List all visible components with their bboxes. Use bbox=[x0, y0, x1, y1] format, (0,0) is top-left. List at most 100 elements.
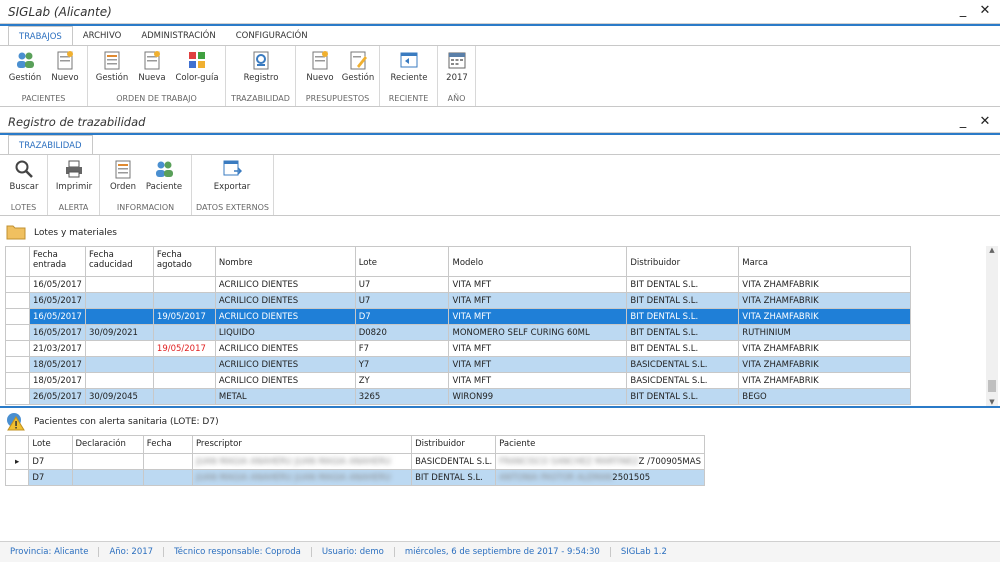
group-orden-trabajo: Gestión Nueva Color-guía ORDEN DE TRABAJ… bbox=[88, 46, 226, 106]
trazabilidad-registro-button[interactable]: Registro bbox=[241, 50, 281, 83]
status-version: SIGLab 1.2 bbox=[620, 547, 667, 557]
col-distribuidor[interactable]: Distribuidor bbox=[411, 435, 497, 454]
group-presupuestos: Nuevo Gestión PRESUPUESTOS bbox=[296, 46, 380, 106]
presupuestos-gestion-button[interactable]: Gestión bbox=[338, 50, 378, 83]
group-reciente: Reciente RECIENTE bbox=[380, 46, 438, 106]
presupuestos-nuevo-button[interactable]: Nuevo bbox=[300, 50, 340, 83]
lotes-section-title: Lotes y materiales bbox=[34, 228, 117, 238]
table-row[interactable]: 18/05/2017 ACRILICO DIENTES ZY VITA MFT BASI… bbox=[5, 372, 911, 389]
pacientes-nuevo-button[interactable]: Nuevo bbox=[45, 50, 85, 83]
close-icon[interactable]: ✕ bbox=[978, 113, 992, 131]
group-informacion: Orden Paciente INFORMACION bbox=[100, 155, 192, 215]
section-divider[interactable] bbox=[0, 406, 1000, 408]
lotes-table: Fecha entrada Fecha caducidad Fecha agot… bbox=[5, 246, 911, 405]
table-row[interactable]: 21/03/2017 19/05/2017 ACRILICO DIENTES F7 VI… bbox=[5, 340, 911, 357]
group-alerta: Imprimir ALERTA bbox=[48, 155, 100, 215]
col-lote[interactable]: Lote bbox=[354, 246, 450, 277]
agotado-date-alert: 19/05/2017 bbox=[152, 340, 216, 357]
scroll-up-icon[interactable]: ▲ bbox=[986, 246, 998, 254]
status-fecha: miércoles, 6 de septiembre de 2017 - 9:5… bbox=[395, 547, 611, 557]
col-modelo[interactable]: Modelo bbox=[448, 246, 628, 277]
scroll-down-icon[interactable]: ▼ bbox=[986, 398, 998, 406]
table-row[interactable]: 16/05/2017 30/09/2021 LIQUIDO D0820 MONOMERO… bbox=[5, 324, 911, 341]
tab-administracion[interactable]: ADMINISTRACIÓN bbox=[131, 26, 225, 46]
reciente-button[interactable]: Reciente bbox=[389, 50, 429, 83]
prescriptor-redacted: JUAN MAGIA ANAHERU JUAN MAGIA ANAHERU bbox=[195, 456, 391, 467]
col-fecha-caducidad[interactable]: Fecha caducidad bbox=[84, 246, 154, 277]
col-lote[interactable]: Lote bbox=[28, 435, 73, 454]
row-indicator-icon: ▸ bbox=[4, 453, 30, 470]
table-row[interactable]: 16/05/2017 ACRILICO DIENTES U7 VITA MFT BIT … bbox=[5, 276, 911, 293]
recent-window-icon bbox=[399, 50, 419, 70]
new-document-icon bbox=[142, 50, 162, 70]
lotes-scrollbar[interactable]: ▲ ▼ bbox=[986, 246, 998, 406]
minimize-icon[interactable]: _ bbox=[956, 113, 970, 131]
table-row[interactable]: D7 JUAN MAGIA ANAHERU JUAN MAGIA ANAHERU… bbox=[4, 469, 705, 486]
group-trazabilidad: Registro TRAZABILIDAD bbox=[226, 46, 296, 106]
table-row[interactable]: 18/05/2017 ACRILICO DIENTES Y7 VITA MFT BASI… bbox=[5, 356, 911, 373]
app-title: SIGLab (Alicante) bbox=[8, 5, 112, 19]
calendar-icon bbox=[447, 50, 467, 70]
folder-icon bbox=[6, 222, 26, 243]
search-icon bbox=[14, 159, 34, 179]
scroll-thumb[interactable] bbox=[988, 380, 996, 392]
new-document-icon bbox=[310, 50, 330, 70]
table-row[interactable]: 26/05/2017 30/09/2045 METAL 3265 WIRON99 BIT … bbox=[5, 388, 911, 405]
list-document-icon bbox=[102, 50, 122, 70]
col-marca[interactable]: Marca bbox=[738, 246, 911, 277]
tab-trabajos[interactable]: TRABAJOS bbox=[8, 26, 73, 46]
tab-trazabilidad[interactable]: TRAZABILIDAD bbox=[8, 135, 93, 155]
status-anio: Año: 2017 bbox=[99, 547, 165, 557]
col-distribuidor[interactable]: Distribuidor bbox=[626, 246, 740, 277]
col-fecha[interactable]: Fecha bbox=[142, 435, 193, 454]
export-icon bbox=[222, 159, 243, 179]
paciente-redacted: FRANCISCO SANCHEZ MARTINEZ bbox=[499, 456, 639, 467]
status-bar: Provincia: Alicante Año: 2017 Técnico re… bbox=[0, 541, 1000, 562]
minimize-icon[interactable]: _ bbox=[956, 2, 970, 20]
col-fecha-agotado[interactable]: Fecha agotado bbox=[152, 246, 216, 277]
orden-nueva-button[interactable]: Nueva bbox=[132, 50, 172, 83]
buscar-button[interactable]: Buscar bbox=[4, 159, 44, 192]
paciente-button[interactable]: Paciente bbox=[144, 159, 184, 192]
group-lotes: Buscar LOTES bbox=[0, 155, 48, 215]
new-document-icon bbox=[55, 50, 75, 70]
col-prescriptor[interactable]: Prescriptor bbox=[191, 435, 413, 454]
pacientes-gestion-button[interactable]: Gestión bbox=[5, 50, 45, 83]
alerta-section-title: Pacientes con alerta sanitaria (LOTE: D7… bbox=[34, 417, 219, 427]
orden-color-guia-button[interactable]: Color-guía bbox=[174, 50, 220, 83]
warning-icon bbox=[5, 411, 27, 434]
alerta-table: Lote Declaración Fecha Prescriptor Distr… bbox=[4, 435, 705, 486]
col-paciente[interactable]: Paciente bbox=[495, 435, 705, 454]
group-pacientes: Gestión Nuevo PACIENTES bbox=[0, 46, 88, 106]
list-document-icon bbox=[113, 159, 133, 179]
subwindow-title: Registro de trazabilidad bbox=[8, 115, 146, 129]
anio-2017-button[interactable]: 2017 bbox=[437, 50, 477, 83]
orden-button[interactable]: Orden bbox=[103, 159, 143, 192]
col-declaracion[interactable]: Declaración bbox=[71, 435, 144, 454]
row-indicator-icon: ▸ bbox=[5, 308, 30, 325]
table-row[interactable]: 16/05/2017 ACRILICO DIENTES U7 VITA MFT BIT … bbox=[5, 292, 911, 309]
tab-archivo[interactable]: ARCHIVO bbox=[73, 26, 132, 46]
users-icon bbox=[154, 159, 174, 179]
tab-configuracion[interactable]: CONFIGURACIÓN bbox=[226, 26, 318, 46]
users-icon bbox=[15, 50, 35, 70]
orden-gestion-button[interactable]: Gestión bbox=[92, 50, 132, 83]
imprimir-button[interactable]: Imprimir bbox=[54, 159, 94, 192]
sub-ribbon: Buscar LOTES Imprimir ALERTA Orden Pacie… bbox=[0, 154, 1000, 216]
accent-line bbox=[0, 133, 1000, 135]
col-nombre[interactable]: Nombre bbox=[214, 246, 356, 277]
group-datos-externos: Exportar DATOS EXTERNOS bbox=[192, 155, 274, 215]
subwindow-title-bar: Registro de trazabilidad _ ✕ bbox=[0, 111, 1000, 133]
color-palette-icon bbox=[187, 50, 207, 70]
status-provincia: Provincia: Alicante bbox=[0, 547, 100, 557]
table-row-selected[interactable]: ▸ 16/05/2017 19/05/2017 ACRILICO DIENTES D7… bbox=[5, 308, 911, 325]
edit-document-icon bbox=[348, 50, 368, 70]
table-row[interactable]: ▸ D7 JUAN MAGIA ANAHERU JUAN MAGIA ANAHE… bbox=[4, 453, 705, 470]
prescriptor-redacted: JUAN MAGIA ANAHERU JUAN MAGIA ANAHERU bbox=[195, 472, 391, 483]
group-anio: 2017 AÑO bbox=[438, 46, 476, 106]
exportar-button[interactable]: Exportar bbox=[212, 159, 252, 192]
close-icon[interactable]: ✕ bbox=[978, 2, 992, 20]
main-ribbon: Gestión Nuevo PACIENTES Gestión Nueva Co… bbox=[0, 45, 1000, 107]
col-fecha-entrada[interactable]: Fecha entrada bbox=[28, 246, 86, 277]
registry-icon bbox=[251, 50, 271, 70]
